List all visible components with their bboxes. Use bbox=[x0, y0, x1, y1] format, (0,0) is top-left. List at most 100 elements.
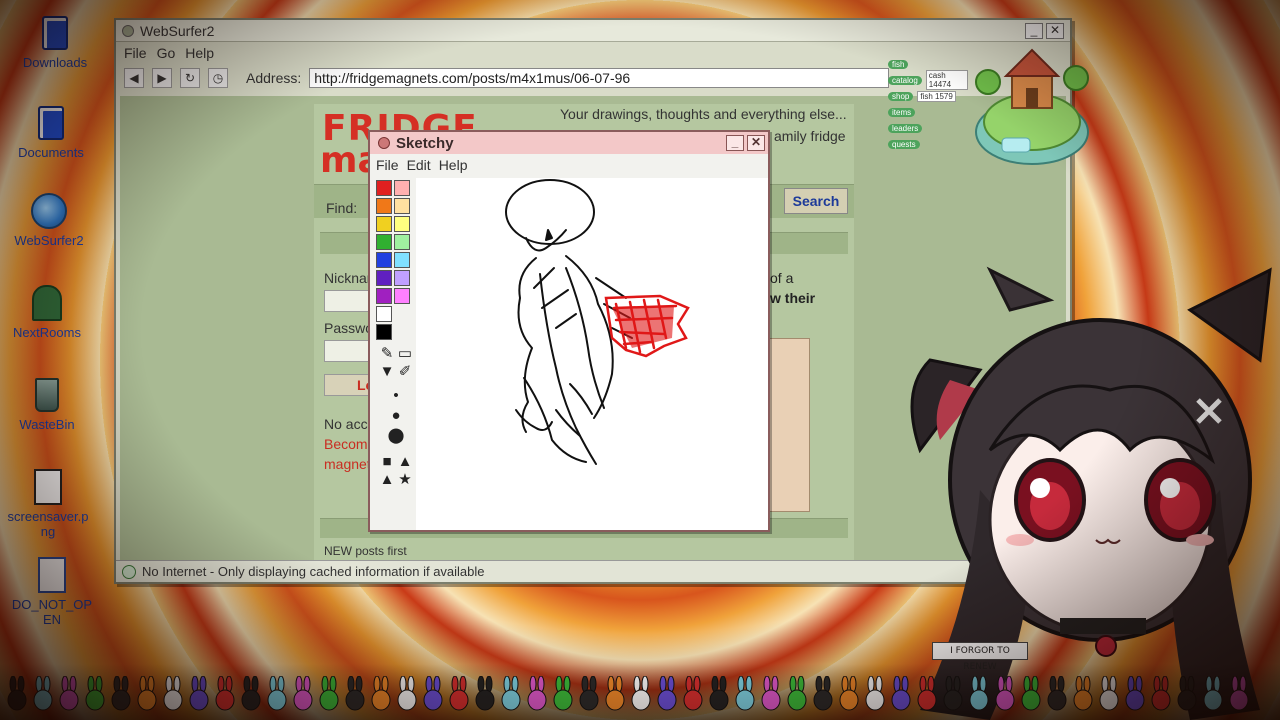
bunny-icon bbox=[266, 675, 288, 712]
color-swatch[interactable] bbox=[376, 288, 392, 304]
back-icon[interactable]: ◀ bbox=[124, 68, 144, 88]
color-swatch[interactable] bbox=[394, 270, 410, 286]
hud-row[interactable]: leaders bbox=[888, 120, 968, 136]
door-icon bbox=[29, 284, 65, 322]
refresh-icon[interactable]: ↻ bbox=[180, 68, 200, 88]
bunny-icon bbox=[1046, 675, 1068, 712]
bunny-icon bbox=[6, 675, 28, 712]
desktop-icon-websurfer2[interactable]: WebSurfer2 bbox=[4, 192, 94, 248]
bunny-icon bbox=[1150, 675, 1172, 712]
dot-small-icon[interactable]: • bbox=[387, 386, 405, 404]
history-icon[interactable]: ◷ bbox=[208, 68, 228, 88]
menu-go[interactable]: Go bbox=[157, 45, 176, 61]
desktop-icon-screensaver[interactable]: screensaver.png bbox=[4, 468, 92, 539]
hud-row[interactable]: quests bbox=[888, 136, 968, 152]
color-swatch[interactable] bbox=[376, 216, 392, 232]
color-swatch[interactable] bbox=[376, 180, 392, 196]
bunny-icon bbox=[110, 675, 132, 712]
desktop-icon-documents[interactable]: Documents bbox=[6, 104, 96, 160]
minimize-icon[interactable]: _ bbox=[726, 135, 744, 151]
nickname-input[interactable] bbox=[324, 290, 370, 312]
eraser-icon[interactable]: ▭ bbox=[396, 344, 414, 362]
login-button[interactable]: Lo bbox=[324, 374, 374, 396]
hud-row[interactable]: shop fish 1579 bbox=[888, 88, 968, 104]
picker-icon[interactable]: ✐ bbox=[396, 362, 414, 380]
minimize-icon[interactable]: _ bbox=[1025, 22, 1043, 39]
sketchy-menu-help[interactable]: Help bbox=[439, 157, 468, 173]
hud-row[interactable]: catalog cash 14474 bbox=[888, 70, 968, 90]
color-swatch[interactable] bbox=[376, 234, 392, 250]
color-swatch[interactable] bbox=[394, 198, 410, 214]
desktop-icon-nextrooms[interactable]: NextRooms bbox=[2, 284, 92, 340]
color-swatch[interactable] bbox=[376, 198, 392, 214]
bunny-icon bbox=[84, 675, 106, 712]
bunny-icon bbox=[344, 675, 366, 712]
triangle-icon[interactable]: ▲ bbox=[378, 470, 396, 488]
island-widget[interactable] bbox=[972, 42, 1090, 172]
dot-medium-icon[interactable]: ● bbox=[387, 406, 405, 424]
star-icon[interactable]: ★ bbox=[396, 470, 414, 488]
address-label: Address: bbox=[246, 70, 302, 86]
bunny-icon bbox=[630, 675, 652, 712]
color-swatch[interactable] bbox=[376, 270, 392, 286]
search-button[interactable]: Search bbox=[784, 188, 848, 214]
drawing-canvas[interactable] bbox=[416, 178, 768, 530]
bunny-icon bbox=[1228, 675, 1250, 712]
color-swatch[interactable] bbox=[394, 216, 410, 232]
magnet-link[interactable]: magnet bbox=[324, 456, 371, 472]
bunny-icon bbox=[1072, 675, 1094, 712]
desktop-icon-wastebin[interactable]: WasteBin bbox=[2, 376, 92, 432]
bunny-icon bbox=[370, 675, 392, 712]
triangle-icon[interactable]: ▲ bbox=[396, 452, 414, 470]
menu-help[interactable]: Help bbox=[185, 45, 214, 61]
forward-icon[interactable]: ▶ bbox=[152, 68, 172, 88]
bunny-icon bbox=[292, 675, 314, 712]
color-swatch[interactable] bbox=[376, 324, 392, 340]
vtuber-avatar bbox=[860, 250, 1280, 720]
sketchy-titlebar[interactable]: Sketchy _ ✕ bbox=[370, 132, 768, 154]
bunny-icon bbox=[656, 675, 678, 712]
color-swatch[interactable] bbox=[394, 288, 410, 304]
pencil-icon[interactable]: ✎ bbox=[378, 344, 396, 362]
close-icon[interactable]: ✕ bbox=[747, 135, 765, 151]
game-hud: fish catalog cash 14474 shop fish 1579 items l… bbox=[888, 56, 968, 160]
bunny-icon bbox=[500, 675, 522, 712]
sketchy-title: Sketchy bbox=[396, 134, 454, 152]
password-input[interactable] bbox=[324, 340, 370, 362]
hud-row[interactable]: items bbox=[888, 104, 968, 120]
menu-file[interactable]: File bbox=[124, 45, 147, 61]
hud-tag: leaders bbox=[888, 123, 923, 133]
bunny-icon bbox=[968, 675, 990, 712]
color-swatch[interactable] bbox=[376, 306, 392, 322]
file-icon bbox=[30, 468, 66, 506]
hud-tag: items bbox=[888, 107, 916, 117]
color-swatch[interactable] bbox=[376, 252, 392, 268]
bunny-icon bbox=[396, 675, 418, 712]
hud-tag: shop bbox=[888, 91, 914, 101]
sketchy-menu-file[interactable]: File bbox=[376, 157, 399, 173]
status-text: No Internet - Only displaying cached inf… bbox=[142, 564, 485, 579]
bunny-icon bbox=[682, 675, 704, 712]
desktop-icon-label: Downloads bbox=[22, 55, 88, 70]
find-label: Find: bbox=[326, 200, 358, 216]
address-input[interactable] bbox=[309, 68, 890, 88]
desktop-icon-do-not-open[interactable]: DO_NOT_OPEN bbox=[8, 556, 96, 627]
post-text-1: of a bbox=[770, 270, 794, 286]
color-swatch[interactable] bbox=[394, 234, 410, 250]
desktop-icon-label: NextRooms bbox=[13, 325, 81, 340]
desktop-icon-downloads[interactable]: Downloads bbox=[10, 14, 100, 70]
dot-large-icon[interactable]: ⬤ bbox=[387, 426, 405, 444]
bunny-icon bbox=[188, 675, 210, 712]
bunny-icon bbox=[1098, 675, 1120, 712]
fill-icon[interactable]: ▼ bbox=[378, 362, 396, 380]
color-swatch[interactable] bbox=[394, 252, 410, 268]
bunny-icon bbox=[942, 675, 964, 712]
square-icon[interactable]: ■ bbox=[378, 452, 396, 470]
color-swatch[interactable] bbox=[394, 180, 410, 196]
browser-titlebar[interactable]: WebSurfer2 _ ✕ bbox=[116, 20, 1070, 42]
desktop-background: Downloads Documents WebSurfer2 NextRooms… bbox=[0, 0, 1280, 720]
app-icon bbox=[122, 24, 134, 37]
sketchy-menu-edit[interactable]: Edit bbox=[407, 157, 431, 173]
hud-tag: quests bbox=[888, 139, 920, 149]
close-icon[interactable]: ✕ bbox=[1046, 22, 1064, 39]
